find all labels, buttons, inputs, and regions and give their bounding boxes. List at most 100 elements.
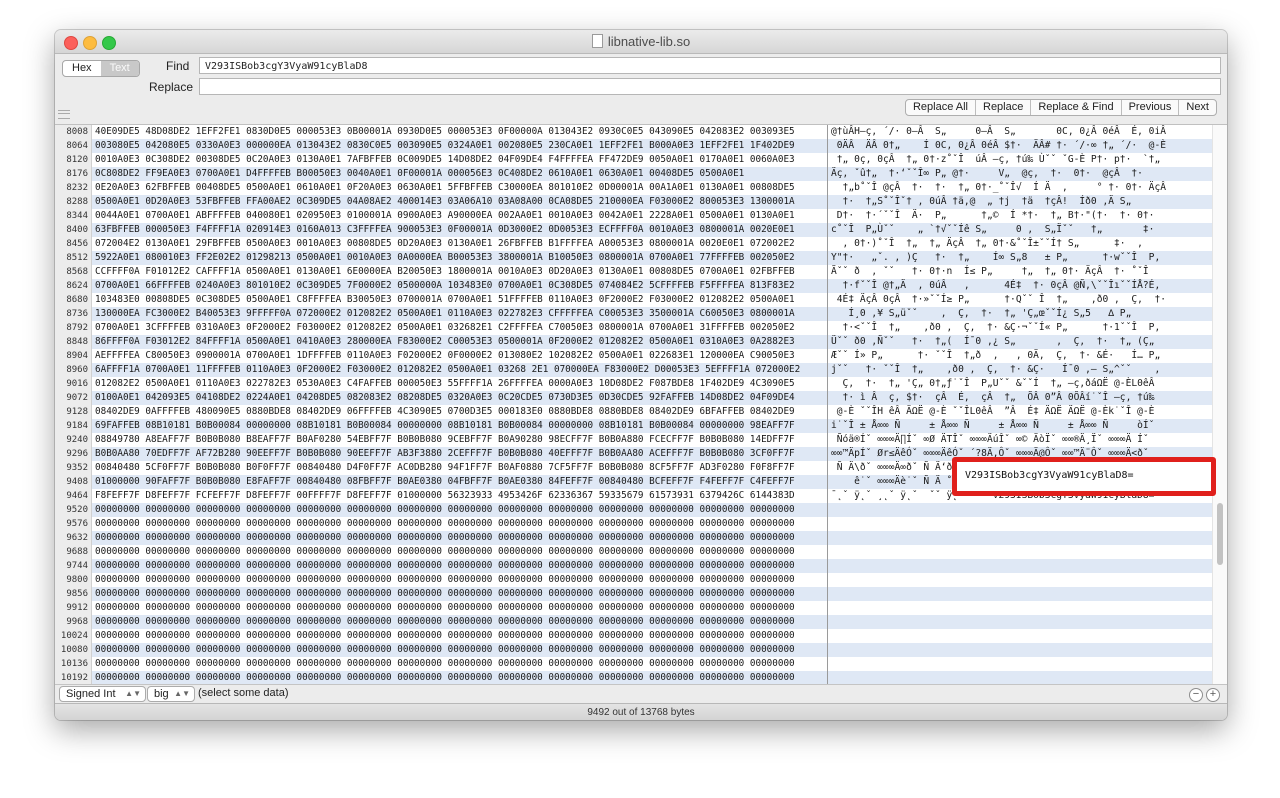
hex-row[interactable]: 00000000 00000000 00000000 00000000 0000… [92, 587, 827, 601]
ascii-row[interactable]: †„b˚ˇÎ @çÂ †· †· †„ 0†·_˚ˇÎ√ Í Ä ‚ ° †· … [828, 181, 1212, 195]
hex-row[interactable]: 00000000 00000000 00000000 00000000 0000… [92, 629, 827, 643]
ascii-row[interactable] [828, 643, 1212, 657]
ascii-row[interactable]: @†ùÂH–ç‚ ´/· 0–Â S„ 0–Â S„ 0C‚ 0¿Â 0éÂ É… [828, 125, 1212, 139]
hex-row[interactable]: 00840480 5CF0FF7F B0B0B080 B0F0FF7F 0084… [92, 461, 827, 475]
hex-row[interactable]: 00000000 00000000 00000000 00000000 0000… [92, 671, 827, 685]
ascii-row[interactable]: Í¸0 ‚¥ S„üˇˇ ‚ Ç‚ †· †„ 'Ç„œˇˇÍ¿ S„5 ∆ P… [828, 307, 1212, 321]
ascii-row[interactable]: †„ 0ç‚ 0çÂ †„ 0†·z˚ˇÎ úÂ –ç‚ †ú‰ Ùˇˇ ˇG-… [828, 153, 1212, 167]
ascii-row[interactable]: 4É‡ ÄçÂ 0çÂ †·»ˇˇÍ≥ P„ †·Qˇˇ Î †„ ‚ð0 ‚ … [828, 293, 1212, 307]
ascii-row[interactable] [828, 629, 1212, 643]
hex-row[interactable]: AEFFFFEA C80050E3 0900001A 0700A0E1 1DFF… [92, 349, 827, 363]
hex-pane[interactable]: 40E09DE5 48D08DE2 1EFF2FE1 0830D0E5 0000… [92, 125, 827, 685]
hex-row[interactable]: 69FAFFEB 08B10181 B0B00084 00000000 08B1… [92, 419, 827, 433]
hex-row[interactable]: F8FEFF7F D8FEFF7F FCFEFF7F D8FEFF7F 00FF… [92, 489, 827, 503]
ascii-row[interactable]: Y"†· „ˇ. ‚ )Ç †· †„ Í∞ S„8 ± P„ †·wˇˇÎ P… [828, 251, 1212, 265]
endian-select[interactable]: big ▲▼ [147, 686, 195, 702]
scrollbar-thumb[interactable] [1217, 503, 1223, 565]
hex-row[interactable]: 00000000 00000000 00000000 00000000 0000… [92, 615, 827, 629]
hex-row[interactable]: 6AFFFF1A 0700A0E1 11FFFFEB 0110A0E3 0F20… [92, 363, 827, 377]
ascii-row[interactable] [828, 671, 1212, 685]
hex-row[interactable]: 00000000 00000000 00000000 00000000 0000… [92, 601, 827, 615]
ascii-row[interactable]: i˙ˇÎ ± Å∞∞ Ñ ± Å∞∞ Ñ ± Å∞∞ Ñ ± Å∞∞ Ñ òÍˇ [828, 419, 1212, 433]
hex-row[interactable]: 072004E2 0130A0E1 29FBFFEB 0500A0E3 0010… [92, 237, 827, 251]
hex-row[interactable]: CCFFFF0A F01012E2 CAFFFF1A 0500A0E1 0130… [92, 265, 827, 279]
find-input[interactable]: V293ISBob3cgY3VyaW91cyBlaD8 [199, 57, 1221, 74]
ascii-row[interactable] [828, 545, 1212, 559]
replace-button[interactable]: Replace [975, 100, 1030, 115]
ascii-row[interactable]: c˚ˇÎ P„Ùˇˇ „ `†√ˇˇÍê S„ 0 ‚ S„Ïˇˇ †„ ‡· [828, 223, 1212, 237]
hex-row[interactable]: 00000000 00000000 00000000 00000000 0000… [92, 573, 827, 587]
replace-all-button[interactable]: Replace All [906, 100, 975, 115]
hex-row[interactable]: 0E20A0E3 62FBFFEB 00408DE5 0500A0E1 0610… [92, 181, 827, 195]
ascii-row[interactable]: †· †„S˚ˇÎˇ† ‚ 0úÂ †ä‚@ „ †j †ä †çÂ! Íð0 … [828, 195, 1212, 209]
previous-button[interactable]: Previous [1120, 100, 1179, 115]
ascii-row[interactable]: †·<ˇˇÎ †„ ‚ð0 ‚ Ç‚ †· &Ç·¬ˇˇÍ« P„ †·1ˇˇÎ… [828, 321, 1212, 335]
hex-row[interactable]: 0100A0E1 042093E5 04108DE2 0224A0E1 0420… [92, 391, 827, 405]
hex-row[interactable]: 103483E0 00808DE5 0C308DE5 0500A0E1 C8FF… [92, 293, 827, 307]
ascii-row[interactable]: †· ì Â ç‚ $†· çÂ É‚ çÂ †„ ÕÂ 0”Â 0ÕÂí˙ˇÎ… [828, 391, 1212, 405]
hex-row[interactable]: 012082E2 0500A0E1 0110A0E3 022782E3 0530… [92, 377, 827, 391]
ascii-row[interactable]: @-È ˇˇÎH êÂ ÄΩË @-È ˇˇÎL0êÂ ”Â É‡ ÄΩË ÄΩ… [828, 405, 1212, 419]
ascii-row[interactable] [828, 503, 1212, 517]
hex-row[interactable]: 08402DE9 0AFFFFEB 480090E5 0880BDE8 0840… [92, 405, 827, 419]
ascii-row[interactable] [828, 601, 1212, 615]
hex-row[interactable]: 003080E5 042080E5 0330A0E3 000000EA 0130… [92, 139, 827, 153]
ascii-row[interactable]: Æˇˇ Í» P„ †· ˇˇÎ †„ð ‚ ‚ 0Ä‚ Ç‚ †· &É· Í… [828, 349, 1212, 363]
hex-row[interactable]: 0C808DE2 FF9EA0E3 0700A0E1 D4FFFFEB B000… [92, 167, 827, 181]
ascii-row[interactable] [828, 531, 1212, 545]
ascii-row[interactable] [828, 657, 1212, 671]
ascii-row[interactable]: Ãˇˇ ð ‚ ˇˇ †· 0†·n Í≤ P„ †„ †„ 0†· ÄçÂ †… [828, 265, 1212, 279]
ascii-row[interactable]: Ç‚ †· †„ 'Ç„ 0†„ƒ˙ˇÎ P„Uˇˇ &ˇˇÍ †„ –ç‚ðá… [828, 377, 1212, 391]
hex-row[interactable]: 01000000 90FAFF7F B0B0B080 E8FAFF7F 0084… [92, 475, 827, 489]
ascii-pane[interactable]: @†ùÂH–ç‚ ´/· 0–Â S„ 0–Â S„ 0C‚ 0¿Â 0éÂ É… [828, 125, 1212, 685]
offset-cell: 8848 [66, 337, 88, 347]
ascii-row[interactable]: jˇˇ †· ˇˇÎ †„ ‚ð0 ‚ Ç‚ †· &Ç· Í¯0 ‚– S„^… [828, 363, 1212, 377]
hex-row[interactable]: 0700A0E1 66FFFFEB 0240A0E3 801010E2 0C30… [92, 279, 827, 293]
ascii-row[interactable]: D†· †·´ˇˇÎ Ä· P„ †„© Í *†· †„ B†·"(†· †·… [828, 209, 1212, 223]
ascii-row[interactable]: Ñóä®Íˇ ∞∞∞Ä∏Íˇ ∞Ø ÄTÎˇ ∞∞∞ÄúÎˇ ∞© ÄòÏˇ ∞… [828, 433, 1212, 447]
ascii-row[interactable] [828, 587, 1212, 601]
hex-row[interactable]: 63FBFFEB 000050E3 F4FFFF1A 020914E3 0160… [92, 223, 827, 237]
mode-text-button[interactable]: Text [100, 61, 139, 76]
hex-row[interactable]: 08849780 A8EAFF7F B0B0B080 B8EAFF7F B0AF… [92, 433, 827, 447]
ascii-row[interactable]: 0ÄÂ ÄÂ 0†„ Í 0C‚ 0¿Â 0éÂ $†· ÄÂ# †· ´/·∞… [828, 139, 1212, 153]
replace-input[interactable] [199, 78, 1221, 95]
hex-row[interactable]: 00000000 00000000 00000000 00000000 0000… [92, 643, 827, 657]
type-select[interactable]: Signed Int ▲▼ [59, 686, 146, 702]
mode-hex-button[interactable]: Hex [63, 61, 101, 76]
hex-row[interactable]: 86FFFF0A F03012E2 84FFFF1A 0500A0E1 0410… [92, 335, 827, 349]
ascii-row[interactable] [828, 559, 1212, 573]
ascii-row[interactable]: †·fˇˇÎ @†„Ä ‚ 0úÂ ‚ 4É‡ †· 0çÂ @Ñ‚\ˇˇÎıˇ… [828, 279, 1212, 293]
ascii-row[interactable] [828, 615, 1212, 629]
hex-row[interactable]: 0700A0E1 3CFFFFEB 0310A0E3 0F2000E2 F030… [92, 321, 827, 335]
offset-cell: 8792 [66, 323, 88, 333]
hex-row[interactable]: 40E09DE5 48D08DE2 1EFF2FE1 0830D0E5 0000… [92, 125, 827, 139]
ascii-row[interactable] [828, 517, 1212, 531]
hex-row[interactable]: 0500A0E1 0D20A0E3 53FBFFEB FFA00AE2 0C30… [92, 195, 827, 209]
ascii-row[interactable]: Äç‚ ˇû†„ †·‘ˇˇÎ∞ P„ @†· V„ @ç‚ †· 0†· @ç… [828, 167, 1212, 181]
replace-and-find-button[interactable]: Replace & Find [1030, 100, 1120, 115]
hex-row[interactable]: 0010A0E3 0C308DE2 00308DE5 0C20A0E3 0130… [92, 153, 827, 167]
next-button[interactable]: Next [1178, 100, 1216, 115]
hex-text-mode-toggle[interactable]: Hex Text [62, 60, 140, 77]
hex-row[interactable]: B0B0AA80 70EDFF7F AF72B280 90EEFF7F B0B0… [92, 447, 827, 461]
offset-cell: 9968 [66, 617, 88, 627]
hex-row[interactable]: 0044A0E1 0700A0E1 ABFFFFEB 040080E1 0209… [92, 209, 827, 223]
hex-row[interactable]: 00000000 00000000 00000000 00000000 0000… [92, 517, 827, 531]
add-inspector-button[interactable]: + [1206, 688, 1220, 702]
hex-row[interactable]: 130000EA FC3000E2 B40053E3 9FFFFF0A 0720… [92, 307, 827, 321]
remove-inspector-button[interactable]: − [1189, 688, 1203, 702]
hex-row[interactable]: 00000000 00000000 00000000 00000000 0000… [92, 657, 827, 671]
ascii-row[interactable]: ‚ 0†·)˚ˇÎ †„ †„ ÄçÂ †„ 0†·&˚ˇÎ±ˇˇÍ† S„ ‡… [828, 237, 1212, 251]
offset-cell: 9576 [66, 519, 88, 529]
hex-row[interactable]: 00000000 00000000 00000000 00000000 0000… [92, 545, 827, 559]
hex-row[interactable]: 00000000 00000000 00000000 00000000 0000… [92, 531, 827, 545]
drag-grip-icon[interactable] [58, 110, 70, 119]
vertical-scrollbar[interactable] [1212, 125, 1227, 685]
title-bar[interactable]: libnative-lib.so [55, 30, 1227, 54]
hex-row[interactable]: 00000000 00000000 00000000 00000000 0000… [92, 559, 827, 573]
hex-row[interactable]: 00000000 00000000 00000000 00000000 0000… [92, 503, 827, 517]
hex-row[interactable]: 5922A0E1 080010E3 FF2E02E2 01298213 0500… [92, 251, 827, 265]
ascii-row[interactable] [828, 573, 1212, 587]
ascii-row[interactable]: Üˇˇ ð0 ‚Ñˇˇ †· †„( Í¯0 ‚¿ S„ ‚ Ç‚ †· †„ … [828, 335, 1212, 349]
